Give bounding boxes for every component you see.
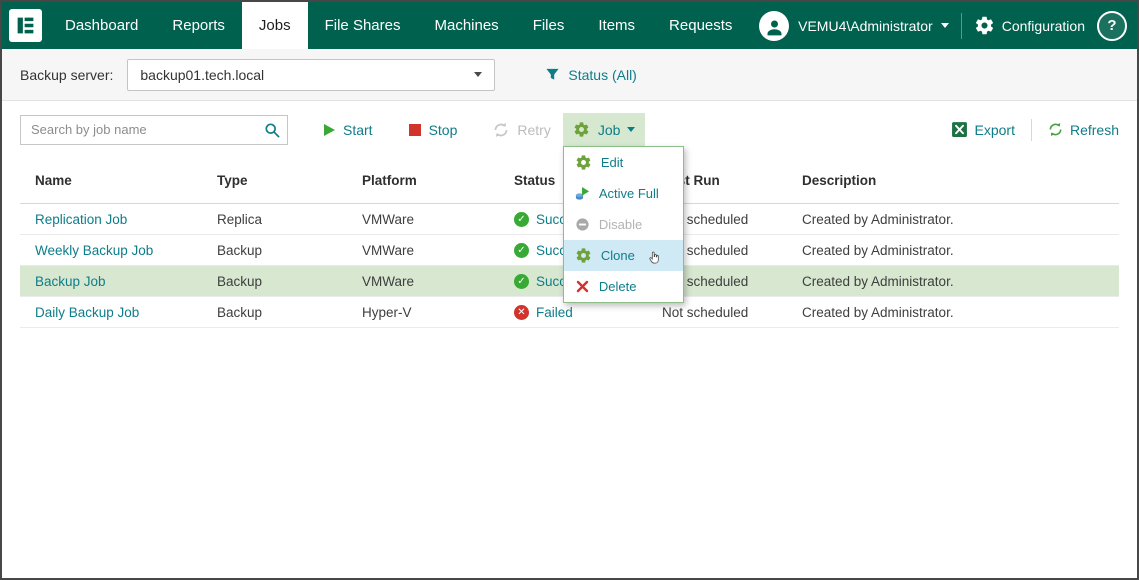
job-name-link[interactable]: Backup Job [35, 274, 106, 289]
job-type: Replica [202, 203, 347, 235]
status-filter[interactable]: Status (All) [545, 66, 637, 83]
backup-server-select[interactable]: backup01.tech.local [127, 58, 496, 91]
menu-item-edit[interactable]: Edit [564, 147, 683, 178]
status-link[interactable]: Failed [536, 305, 573, 320]
job-platform: VMWare [347, 203, 499, 235]
job-type: Backup [202, 296, 347, 328]
status-filter-label: Status (All) [568, 66, 637, 83]
refresh-button[interactable]: Refresh [1048, 122, 1119, 138]
export-label: Export [974, 121, 1015, 138]
success-icon: ✓ [514, 211, 529, 227]
failed-icon: ✕ [514, 304, 529, 320]
excel-export-icon [951, 121, 968, 138]
menu-item-clone[interactable]: Clone [563, 240, 683, 271]
backup-server-label: Backup server: [20, 66, 114, 83]
menu-item-disable: Disable [564, 209, 683, 240]
job-menu-button[interactable]: Job Edit Active Full Disable Clone Delet… [562, 113, 684, 303]
success-icon: ✓ [514, 242, 529, 258]
stop-button[interactable]: Stop [408, 121, 458, 138]
nav-item-requests[interactable]: Requests [652, 2, 749, 49]
chevron-down-icon [627, 127, 636, 132]
job-platform: VMWare [347, 265, 499, 297]
chevron-down-icon[interactable] [940, 23, 949, 28]
chevron-down-icon [474, 72, 483, 77]
retry-label: Retry [517, 121, 551, 138]
job-description: Created by Administrator. [787, 265, 1119, 297]
top-navigation: Dashboard Reports Jobs File Shares Machi… [2, 2, 1137, 49]
clone-gear-icon [575, 247, 592, 264]
job-name-link[interactable]: Daily Backup Job [35, 305, 139, 320]
app-logo[interactable] [2, 2, 48, 49]
main-nav: Dashboard Reports Jobs File Shares Machi… [48, 2, 749, 49]
job-description: Created by Administrator. [787, 296, 1119, 328]
gear-icon [573, 121, 590, 138]
refresh-label: Refresh [1069, 121, 1119, 138]
menu-item-active-full[interactable]: Active Full [564, 178, 683, 209]
menu-item-label: Clone [600, 248, 635, 263]
user-avatar-icon[interactable] [759, 10, 790, 41]
user-menu[interactable]: VEMU4\Administrator [798, 18, 933, 34]
app-window: Dashboard Reports Jobs File Shares Machi… [0, 0, 1139, 580]
start-button[interactable]: Start [324, 122, 373, 138]
job-dropdown-menu: Edit Active Full Disable Clone Delete [562, 146, 684, 303]
job-type: Backup [202, 265, 347, 297]
nav-right-group: VEMU4\Administrator Configuration ? [759, 2, 1137, 49]
configuration-link[interactable]: Configuration [1002, 18, 1085, 34]
search-box [20, 114, 288, 145]
nav-item-items[interactable]: Items [581, 2, 652, 49]
start-label: Start [343, 121, 373, 138]
help-button[interactable]: ? [1097, 10, 1127, 41]
menu-item-label: Delete [598, 279, 637, 294]
edit-gear-icon [575, 154, 592, 171]
job-button-label: Job [597, 121, 621, 138]
nav-divider [960, 12, 962, 39]
nav-item-jobs[interactable]: Jobs [241, 2, 308, 49]
search-icon[interactable] [257, 116, 287, 144]
retry-button: Retry [493, 121, 551, 138]
mouse-cursor-icon [647, 250, 662, 265]
job-description: Created by Administrator. [787, 234, 1119, 266]
job-platform: Hyper-V [347, 296, 499, 328]
menu-item-delete[interactable]: Delete [564, 271, 683, 302]
stop-label: Stop [428, 121, 458, 138]
nav-item-files[interactable]: Files [516, 2, 582, 49]
nav-item-machines[interactable]: Machines [417, 2, 515, 49]
toolbar-right-group: Export Refresh [951, 118, 1119, 141]
column-header-type[interactable]: Type [202, 158, 347, 204]
job-name-link[interactable]: Replication Job [35, 212, 127, 227]
menu-item-label: Disable [598, 217, 643, 232]
job-description: Created by Administrator. [787, 203, 1119, 235]
filter-bar: Backup server: backup01.tech.local Statu… [2, 49, 1137, 101]
active-full-icon [575, 186, 590, 201]
disable-icon [575, 217, 590, 232]
nav-item-dashboard[interactable]: Dashboard [48, 2, 155, 49]
search-input[interactable] [21, 122, 257, 137]
job-platform: VMWare [347, 234, 499, 266]
delete-icon [575, 279, 590, 294]
play-icon [324, 123, 335, 136]
column-header-description[interactable]: Description [787, 158, 1119, 204]
export-button[interactable]: Export [951, 121, 1015, 138]
jobs-toolbar: Start Stop Retry Job Edit Active Full [2, 101, 1137, 303]
backup-server-value: backup01.tech.local [140, 66, 265, 83]
menu-item-label: Active Full [598, 186, 659, 201]
app-logo-icon [8, 9, 42, 42]
nav-item-file-shares[interactable]: File Shares [308, 2, 418, 49]
job-name-link[interactable]: Weekly Backup Job [35, 243, 153, 258]
job-type: Backup [202, 234, 347, 266]
nav-item-reports[interactable]: Reports [155, 2, 242, 49]
stop-icon [408, 123, 421, 136]
retry-icon [493, 122, 509, 138]
menu-item-label: Edit [600, 155, 624, 170]
refresh-icon [1048, 122, 1063, 137]
filter-funnel-icon [545, 67, 560, 82]
column-header-name[interactable]: Name [20, 158, 202, 204]
toolbar-divider [1030, 118, 1032, 141]
configuration-gear-icon [974, 15, 995, 36]
column-header-platform[interactable]: Platform [347, 158, 499, 204]
success-icon: ✓ [514, 273, 529, 289]
